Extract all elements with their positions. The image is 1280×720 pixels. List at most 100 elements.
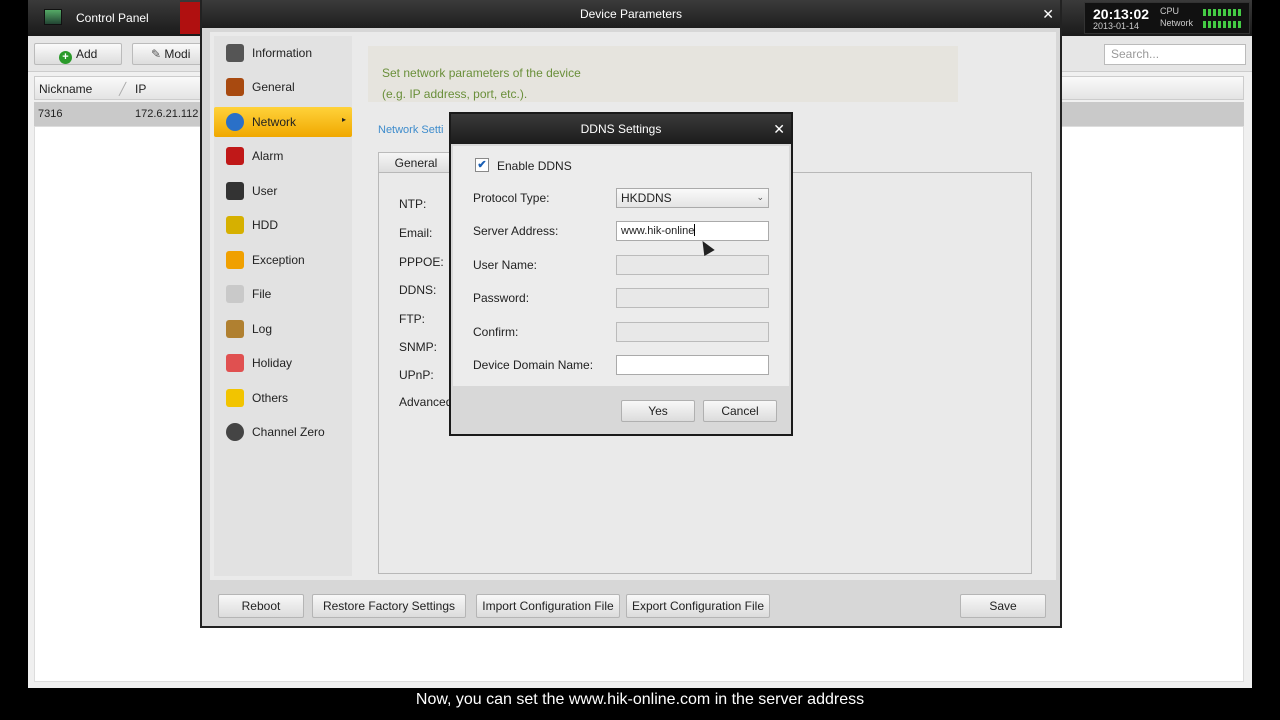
control-panel-icon [44, 9, 62, 25]
pppoe-label[interactable]: PPPOE: [399, 255, 444, 269]
sidebar-item-hdd[interactable]: HDD [214, 210, 352, 240]
chevron-down-icon: ⌄ [756, 192, 764, 202]
add-icon: + [59, 51, 72, 64]
reboot-button[interactable]: Reboot [218, 594, 304, 618]
sort-icon: ╱ [119, 82, 127, 96]
yes-button[interactable]: Yes [621, 400, 695, 422]
enable-ddns-checkbox[interactable]: ✔ [475, 158, 489, 172]
sidebar-item-label: Network [252, 115, 297, 129]
sidebar-item-alarm[interactable]: Alarm [214, 141, 352, 171]
status-clock: 20:13:02 2013-01-14 CPU Network [1084, 2, 1250, 34]
column-nickname[interactable]: Nickname [39, 82, 92, 96]
sidebar-item-channel-zero[interactable]: Channel Zero [214, 417, 352, 447]
text-caret [694, 224, 696, 236]
sidebar-item-user[interactable]: User [214, 176, 352, 206]
sidebar-item-label: User [252, 184, 278, 198]
ddns-title-bar: DDNS Settings ✕ [451, 114, 791, 144]
upnp-label[interactable]: UPnP: [399, 368, 434, 382]
enable-ddns-label: Enable DDNS [497, 159, 572, 173]
network-meter [1203, 21, 1243, 28]
device-domain-name-input[interactable] [616, 355, 769, 375]
import-configuration-button[interactable]: Import Configuration File [476, 594, 620, 618]
protocol-type-select[interactable]: HKDDNS ⌄ [616, 188, 769, 208]
log-icon [226, 320, 244, 338]
close-icon[interactable]: ✕ [1042, 0, 1054, 28]
device-domain-name-label: Device Domain Name: [473, 358, 594, 372]
close-icon[interactable]: ✕ [773, 114, 785, 144]
sidebar-item-general[interactable]: General [214, 72, 352, 102]
column-ip[interactable]: IP [135, 82, 146, 96]
password-label: Password: [473, 291, 530, 305]
star-icon [226, 389, 244, 407]
server-address-value: www.hik-online [621, 225, 695, 237]
sidebar-item-network[interactable]: Network ▸ [214, 107, 352, 137]
edit-icon: ✎ [151, 47, 165, 61]
cancel-button[interactable]: Cancel [703, 400, 777, 422]
alarm-light-icon [226, 147, 244, 165]
holiday-calendar-icon [226, 354, 244, 372]
device-parameters-title-bar: Device Parameters ✕ [202, 0, 1060, 28]
sidebar-item-log[interactable]: Log [214, 314, 352, 344]
server-address-input[interactable]: www.hik-online [616, 221, 769, 241]
sidebar-item-others[interactable]: Others [214, 383, 352, 413]
export-configuration-button[interactable]: Export Configuration File [626, 594, 770, 618]
confirm-label: Confirm: [473, 325, 519, 339]
cpu-label: CPU [1160, 6, 1180, 16]
sidebar-item-information[interactable]: Information [214, 38, 352, 68]
cpu-meter [1203, 9, 1243, 16]
sidebar-item-label: HDD [252, 218, 278, 232]
row-nickname: 7316 [38, 108, 63, 120]
password-input[interactable] [616, 288, 769, 308]
sidebar-item-label: Information [252, 46, 313, 60]
sidebar-item-holiday[interactable]: Holiday [214, 348, 352, 378]
save-button[interactable]: Save [960, 594, 1046, 618]
sidebar-item-label: Alarm [252, 149, 284, 163]
user-name-input[interactable] [616, 255, 769, 275]
user-icon [226, 182, 244, 200]
sidebar-item-label: Exception [252, 253, 305, 267]
file-icon [226, 285, 244, 303]
confirm-input[interactable] [616, 322, 769, 342]
add-button[interactable]: + Add [34, 43, 122, 65]
protocol-type-value: HKDDNS [621, 191, 672, 205]
sidebar-item-label: Channel Zero [252, 425, 325, 439]
ddns-settings-dialog: DDNS Settings ✕ ✔ Enable DDNS Protocol T… [449, 112, 793, 436]
sidebar-item-label: Holiday [252, 356, 293, 370]
email-label[interactable]: Email: [399, 226, 432, 240]
information-icon [226, 44, 244, 62]
snmp-label[interactable]: SNMP: [399, 340, 437, 354]
ftp-label[interactable]: FTP: [399, 312, 425, 326]
description-line-1: Set network parameters of the device [382, 66, 581, 80]
sidebar-item-file[interactable]: File [214, 279, 352, 309]
description-line-2: (e.g. IP address, port, etc.). [382, 87, 528, 101]
warning-icon [226, 251, 244, 269]
parameters-sidebar: Information General Network ▸ Alarm User HDD Ex… [214, 36, 352, 576]
sidebar-item-label: File [252, 287, 272, 301]
add-label: Add [76, 47, 98, 61]
window-title: Device Parameters [579, 7, 683, 21]
ntp-label[interactable]: NTP: [399, 197, 426, 211]
restore-factory-settings-button[interactable]: Restore Factory Settings [312, 594, 466, 618]
server-address-label: Server Address: [473, 224, 559, 238]
camera-icon [226, 423, 244, 441]
tab-general[interactable]: General [378, 152, 454, 174]
app-title: Control Panel [76, 11, 149, 25]
sidebar-item-label: General [252, 80, 295, 94]
search-input[interactable]: Search... [1104, 44, 1246, 65]
clock-date: 2013-01-14 [1093, 21, 1140, 31]
network-settings-link[interactable]: Network Setti [378, 124, 443, 136]
description-box: Set network parameters of the device (e.… [368, 46, 958, 102]
general-icon [226, 78, 244, 96]
video-subtitle: Now, you can set the www.hik-online.com … [415, 691, 865, 708]
screen: Control Panel 20:13:02 2013-01-14 CPU Ne… [0, 0, 1280, 720]
network-label: Network [1160, 18, 1194, 28]
advanced-label[interactable]: Advanced [399, 395, 452, 409]
ddns-label[interactable]: DDNS: [399, 283, 436, 297]
clock-time: 20:13:02 [1093, 6, 1150, 22]
sidebar-item-label: Others [252, 391, 289, 405]
modify-label: Modi [164, 47, 191, 61]
hdd-radiation-icon [226, 216, 244, 234]
row-ip: 172.6.21.112 [135, 108, 199, 120]
chevron-right-icon: ▸ [341, 115, 346, 124]
sidebar-item-exception[interactable]: Exception [214, 245, 352, 275]
